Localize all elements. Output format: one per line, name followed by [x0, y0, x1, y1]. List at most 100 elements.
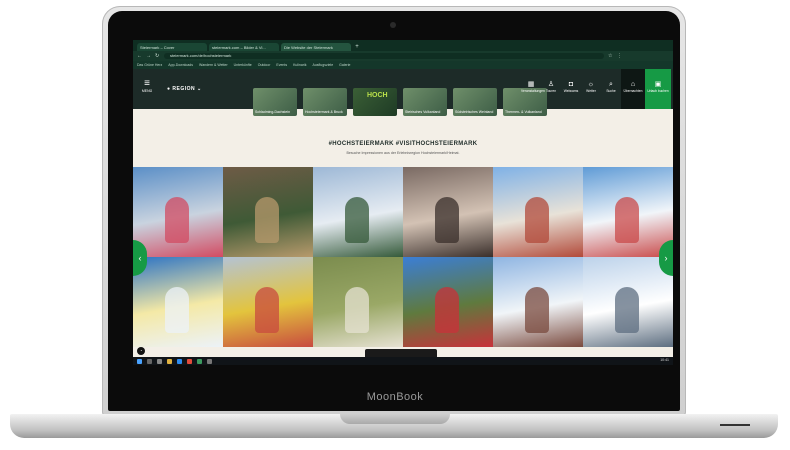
app-icon[interactable]: [207, 358, 212, 364]
bookmark-item[interactable]: Kulinarik: [293, 63, 306, 67]
photo-subject: [255, 287, 279, 333]
new-tab-button[interactable]: +: [353, 43, 361, 51]
search-taskbar-icon[interactable]: [147, 358, 152, 364]
bookmark-item[interactable]: App-Downloads: [168, 63, 193, 67]
photo-tile-snowshoe-hikers[interactable]: [493, 257, 583, 347]
bookmarks-bar: Das Grüne Herz App-Downloads Wandern & W…: [133, 61, 673, 69]
scroll-handle[interactable]: [365, 349, 437, 357]
webcams-label: Webcams: [563, 89, 579, 93]
region-thumb-hoch[interactable]: HOCH: [353, 88, 397, 116]
suitcase-icon: ▣: [654, 81, 662, 88]
region-thumb[interactable]: Hochsteiermark & Bruck: [303, 88, 347, 116]
photo-tile-group-selfie-indoor[interactable]: [403, 167, 493, 257]
menu-label: MENÜ: [141, 89, 153, 93]
browser-window: Steiermark – Cover steiermark.com – Bild…: [133, 40, 673, 365]
events-label: Veranstaltungen: [521, 89, 545, 93]
book-holiday-button[interactable]: ▣ Urlaub buchen: [645, 69, 671, 109]
photo-subject: [525, 197, 549, 243]
laptop-hinge-notch: [340, 414, 450, 424]
region-thumb[interactable]: Steirisches Vulkanland: [403, 88, 447, 116]
photo-tile-parade-costumes[interactable]: [133, 167, 223, 257]
edge-icon[interactable]: [177, 358, 182, 364]
browser-tab[interactable]: steiermark.com – Bilder & Vi...: [209, 43, 279, 51]
search-button[interactable]: ⌕ Suche: [601, 69, 621, 109]
weather-icon: ☼: [587, 81, 595, 88]
photo-subject: [435, 197, 459, 243]
tours-button[interactable]: ♙ Touren: [541, 69, 561, 109]
explorer-icon[interactable]: [167, 358, 172, 364]
weather-button[interactable]: ☼ Wetter: [581, 69, 601, 109]
photo-tile-basilica-mariazell[interactable]: [493, 167, 583, 257]
photo-tile-snow-skis[interactable]: [583, 167, 673, 257]
chat-icon[interactable]: ◔: [137, 347, 145, 355]
address-bar: ← → ↻ steiermark.com/de/hochsteiermark ☆…: [133, 51, 673, 61]
laptop-brand: MoonBook: [366, 391, 424, 403]
location-pin-icon: ●: [167, 86, 171, 92]
hiker-icon: ♙: [547, 81, 555, 88]
taskbar-clock: 10:41: [660, 358, 669, 362]
photo-subject: [435, 287, 459, 333]
bookmark-item[interactable]: Das Grüne Herz: [137, 63, 162, 67]
photo-subject: [615, 287, 639, 333]
search-label: Suche: [606, 89, 616, 93]
gallery-hashtag: #HOCHSTEIERMARK #VISITHOCHSTEIERMARK: [328, 141, 478, 147]
browser-menu-icon[interactable]: ⋮: [617, 53, 622, 59]
overnight-label: Übernachten: [623, 89, 643, 93]
overnight-button[interactable]: ⌂ Übernachten: [621, 69, 645, 109]
browser-tab[interactable]: Steiermark – Cover: [137, 43, 207, 51]
hamburger-icon: ≡: [144, 78, 150, 89]
menu-button[interactable]: ≡ MENÜ: [139, 79, 155, 99]
photo-tile-snowy-church-tower[interactable]: [313, 167, 403, 257]
chevron-down-icon: ⌄: [197, 86, 202, 92]
bed-icon: ⌂: [630, 81, 636, 88]
os-taskbar: [133, 357, 673, 365]
back-icon[interactable]: ←: [137, 53, 142, 59]
photo-tile-skier-portrait[interactable]: [133, 257, 223, 347]
region-thumb-label: Südsteirisches Weinland: [455, 110, 494, 114]
bookmark-item[interactable]: Galerie: [339, 63, 350, 67]
events-button[interactable]: ▦ Veranstaltungen: [521, 69, 545, 109]
bookmark-item[interactable]: Wandern & Wetter: [199, 63, 228, 67]
forward-icon[interactable]: →: [146, 53, 151, 59]
bookmark-star-icon[interactable]: ☆: [608, 53, 613, 59]
bookmark-item[interactable]: Ausflugsziele: [313, 63, 334, 67]
photo-tile-carnival-costumes[interactable]: [223, 257, 313, 347]
photo-tile-red-sculpture-village[interactable]: [403, 257, 493, 347]
camera-icon: ◘: [568, 81, 574, 88]
region-thumb[interactable]: Schladming-Dachstein: [253, 88, 297, 116]
browser-tabbar: Steiermark – Cover steiermark.com – Bild…: [133, 40, 673, 51]
start-icon[interactable]: [137, 358, 142, 364]
webcams-button[interactable]: ◘ Webcams: [561, 69, 581, 109]
photo-grid: [133, 167, 673, 347]
region-thumbnails: Schladming-Dachstein Hochsteiermark & Br…: [253, 88, 547, 116]
photo-tile-25-on-grass[interactable]: [313, 257, 403, 347]
photo-tile-snowy-mountain-hikers[interactable]: [583, 257, 673, 347]
chevron-right-icon[interactable]: ›: [659, 240, 673, 276]
chrome-icon[interactable]: [187, 358, 192, 364]
photo-subject: [345, 197, 369, 243]
region-thumb[interactable]: Südsteirisches Weinland: [453, 88, 497, 116]
photo-subject: [345, 287, 369, 333]
search-icon: ⌕: [609, 81, 613, 88]
region-dropdown[interactable]: ● REGION ⌄: [167, 86, 202, 92]
tours-label: Touren: [545, 89, 557, 93]
site-header: ≡ MENÜ ● REGION ⌄ Schladming-Dachstein H…: [133, 69, 673, 116]
photo-tile-market-stand-people[interactable]: [223, 167, 313, 257]
status-led: [720, 424, 750, 426]
reload-icon[interactable]: ↻: [155, 53, 160, 59]
webcam-icon: [390, 22, 396, 28]
app-icon[interactable]: [197, 358, 202, 364]
bookmark-item[interactable]: Outdoor: [258, 63, 271, 67]
weather-label: Wetter: [586, 89, 596, 93]
photo-subject: [165, 197, 189, 243]
bookmark-item[interactable]: Events: [276, 63, 287, 67]
region-label: REGION: [172, 86, 196, 92]
photo-subject: [525, 287, 549, 333]
photo-subject: [165, 287, 189, 333]
url-input[interactable]: steiermark.com/de/hochsteiermark: [164, 53, 604, 59]
region-thumb-label: Hochsteiermark & Bruck: [305, 110, 343, 114]
taskview-icon[interactable]: [157, 358, 162, 364]
browser-tab-active[interactable]: Die Website der Steiermark: [281, 43, 351, 51]
bookmark-item[interactable]: Unterkünfte: [234, 63, 252, 67]
photo-subject: [615, 197, 639, 243]
